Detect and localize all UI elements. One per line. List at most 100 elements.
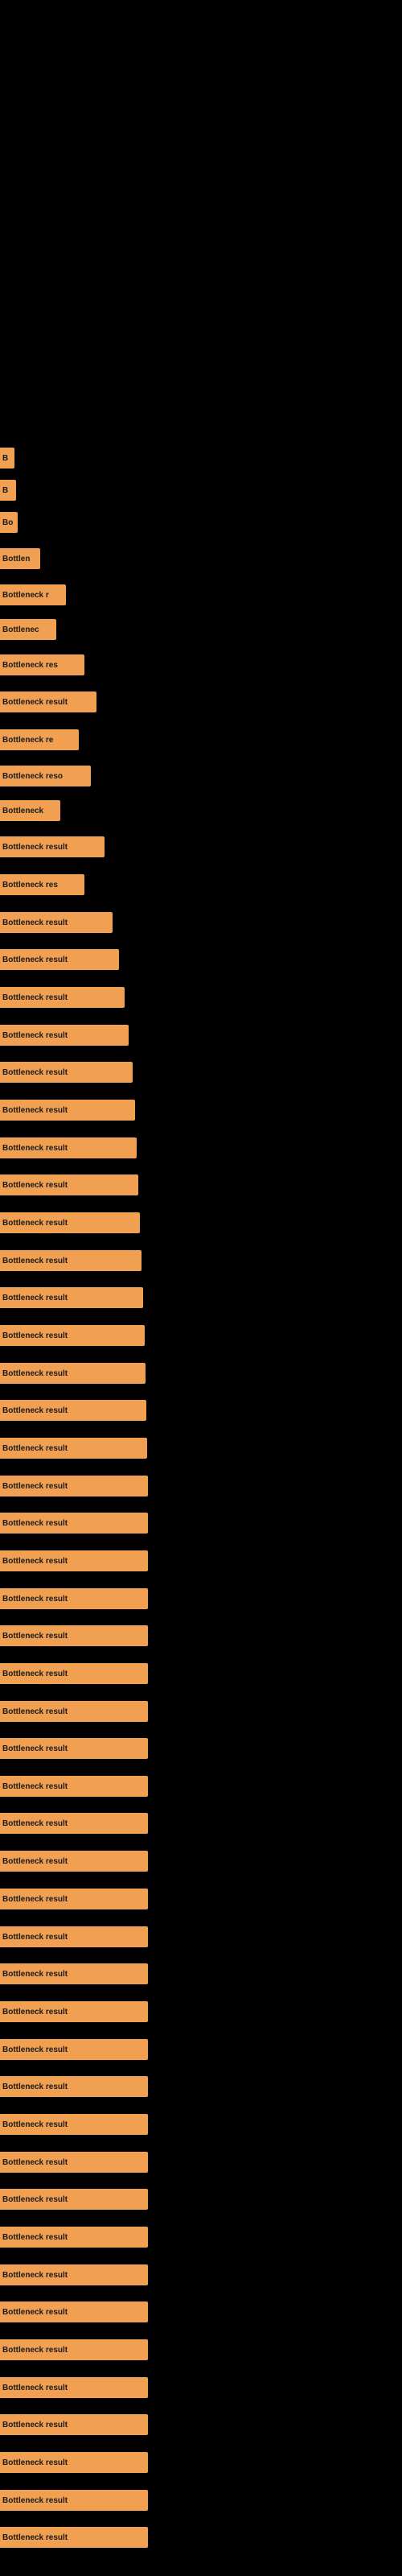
- bar-label: Bottleneck result: [2, 698, 68, 707]
- bar: Bottleneck result: [0, 1325, 145, 1346]
- bar: Bottlenec: [0, 619, 56, 640]
- bar-item: Bottleneck r: [0, 584, 66, 606]
- bar: Bottleneck result: [0, 2490, 148, 2511]
- bar-item: Bottleneck result: [0, 2451, 148, 2474]
- bar-label: Bo: [2, 518, 13, 527]
- bar-item: Bottleneck result: [0, 2151, 148, 2174]
- bar-item: Bottleneck result: [0, 1362, 146, 1385]
- bar: Bottleneck result: [0, 1663, 148, 1684]
- bar: Bottleneck result: [0, 691, 96, 712]
- bar-item: Bottleneck result: [0, 1775, 148, 1798]
- bar-item: Bottleneck result: [0, 1926, 148, 1948]
- bar: Bottleneck result: [0, 836, 105, 857]
- bar-item: Bottleneck result: [0, 1850, 148, 1872]
- bar: Bottleneck re: [0, 729, 79, 750]
- bar-label: Bottleneck result: [2, 1970, 68, 1979]
- bar-label: Bottleneck result: [2, 2496, 68, 2505]
- bar: Bottleneck result: [0, 2039, 148, 2060]
- bar: Bottleneck result: [0, 2076, 148, 2097]
- bar-label: Bottleneck result: [2, 1181, 68, 1190]
- bar-item: Bottleneck result: [0, 1399, 146, 1422]
- bar-label: Bottleneck result: [2, 1670, 68, 1678]
- bar-item: Bottleneck result: [0, 2413, 148, 2436]
- bar-label: Bottleneck result: [2, 1857, 68, 1866]
- bar-label: Bottleneck result: [2, 993, 68, 1002]
- bar: Bottleneck result: [0, 1550, 148, 1571]
- bar: Bottleneck result: [0, 1438, 147, 1459]
- bar-label: Bottleneck result: [2, 1557, 68, 1566]
- bar: Bottleneck result: [0, 2414, 148, 2435]
- bar-item: Bottleneck result: [0, 1249, 142, 1272]
- bar-item: Bottleneck res: [0, 654, 84, 676]
- bar-item: Bottleneck result: [0, 836, 105, 858]
- bar-item: Bottleneck result: [0, 1024, 129, 1046]
- bar-item: Bo: [0, 511, 18, 534]
- bar: Bottleneck result: [0, 1476, 148, 1496]
- bar-item: Bottleneck result: [0, 1212, 140, 1234]
- bar: Bottleneck: [0, 800, 60, 821]
- bar: Bottleneck result: [0, 1738, 148, 1759]
- bar-label: Bottleneck result: [2, 1482, 68, 1491]
- bar-item: Bottleneck result: [0, 1137, 137, 1159]
- bar: Bottleneck result: [0, 987, 125, 1008]
- bar-item: Bottleneck result: [0, 1812, 148, 1835]
- bar-label: Bottleneck result: [2, 1219, 68, 1228]
- bar: Bottleneck result: [0, 1701, 148, 1722]
- bar: B: [0, 448, 14, 469]
- bar-item: Bottleneck result: [0, 1550, 148, 1572]
- bar: Bottleneck result: [0, 2114, 148, 2135]
- bar-label: Bottleneck result: [2, 2083, 68, 2091]
- bar: Bottleneck result: [0, 2301, 148, 2322]
- bar-label: Bottleneck result: [2, 1068, 68, 1077]
- bar-item: Bottleneck result: [0, 2188, 148, 2211]
- bar-label: Bottleneck result: [2, 1819, 68, 1828]
- bar: Bo: [0, 512, 18, 533]
- bar: Bottleneck result: [0, 2227, 148, 2248]
- bar: Bottleneck result: [0, 1851, 148, 1872]
- bar: Bottleneck result: [0, 1963, 148, 1984]
- bar-label: Bottleneck result: [2, 2384, 68, 2392]
- bar-item: Bottlenec: [0, 618, 56, 641]
- bar-label: Bottleneck result: [2, 2158, 68, 2167]
- bar-label: Bottleneck: [2, 807, 43, 815]
- bar-item: B: [0, 479, 16, 502]
- bar-item: Bottleneck result: [0, 1512, 148, 1534]
- bar: Bottlen: [0, 548, 40, 569]
- bar-label: Bottleneck result: [2, 1031, 68, 1040]
- bar-item: Bottleneck result: [0, 948, 119, 971]
- bar-item: Bottleneck result: [0, 1324, 145, 1347]
- bar-label: Bottleneck result: [2, 1744, 68, 1753]
- bar-item: Bottlen: [0, 547, 40, 570]
- bar-label: Bottleneck result: [2, 1144, 68, 1153]
- bar-item: Bottleneck result: [0, 1174, 138, 1196]
- bar-item: Bottleneck result: [0, 2489, 148, 2512]
- bar-label: B: [2, 454, 8, 463]
- bar: Bottleneck res: [0, 654, 84, 675]
- bar-item: Bottleneck result: [0, 1475, 148, 1497]
- bar: Bottleneck result: [0, 1813, 148, 1834]
- bar-item: Bottleneck result: [0, 2376, 148, 2399]
- bar: Bottleneck result: [0, 1062, 133, 1083]
- bars-container: B B Bo Bottlen Bottleneck r Bottlenec Bottlene…: [0, 0, 402, 2576]
- bar-label: Bottleneck result: [2, 1406, 68, 1415]
- bar-label: Bottleneck reso: [2, 772, 63, 781]
- bar-label: B: [2, 486, 8, 495]
- bar-item: Bottleneck result: [0, 1099, 135, 1121]
- bar: Bottleneck result: [0, 1776, 148, 1797]
- bar: Bottleneck result: [0, 1137, 137, 1158]
- bar: Bottleneck result: [0, 949, 119, 970]
- bar-item: Bottleneck result: [0, 1437, 147, 1459]
- bar-item: Bottleneck res: [0, 873, 84, 896]
- bar-label: Bottleneck result: [2, 956, 68, 964]
- bar-item: Bottleneck result: [0, 2526, 148, 2549]
- bar: Bottleneck result: [0, 2452, 148, 2473]
- bar-label: Bottleneck result: [2, 2120, 68, 2129]
- bar-item: Bottleneck result: [0, 2113, 148, 2136]
- bar-label: Bottleneck result: [2, 1595, 68, 1604]
- bar: Bottleneck r: [0, 584, 66, 605]
- bar-item: B: [0, 447, 14, 469]
- page-wrapper: TheBottlenecker.com BBBoBottlenBottlenec…: [0, 0, 402, 2576]
- bar-item: Bottleneck result: [0, 1286, 143, 1309]
- bar: Bottleneck result: [0, 1400, 146, 1421]
- bar-label: Bottleneck result: [2, 919, 68, 927]
